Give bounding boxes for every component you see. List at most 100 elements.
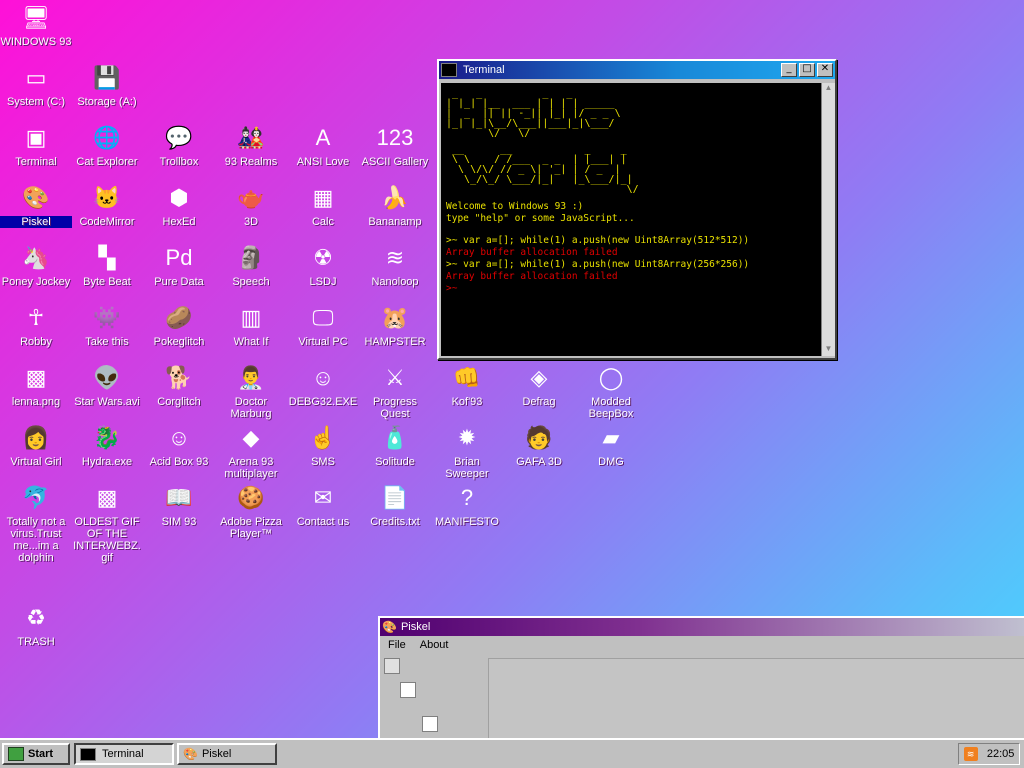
piskel-canvas-area[interactable]	[488, 658, 1024, 740]
desktop-icon-label: Solitude	[375, 456, 415, 468]
defrag-icon: ◈	[530, 365, 548, 390]
desktop-icon-kof-93[interactable]: 👊 Kof'93	[431, 362, 503, 408]
piskel-titlebar[interactable]: 🎨 Piskel	[380, 618, 1024, 636]
desktop-icon-lenna-png[interactable]: ▩ lenna.png	[0, 362, 72, 408]
desktop-icon-credits-txt[interactable]: 📄 Credits.txt	[359, 482, 431, 528]
desktop-icon-what-if[interactable]: ▥ What If	[215, 302, 287, 348]
desktop-icon-arena-93-multiplayer[interactable]: ◆ Arena 93 multiplayer	[215, 422, 287, 480]
desktop-icon-lsdj[interactable]: ☢ LSDJ	[287, 242, 359, 288]
menu-about[interactable]: About	[420, 639, 449, 651]
desktop-icon-solitude[interactable]: 🧴 Solitude	[359, 422, 431, 468]
trash-icon: ♻	[26, 605, 46, 630]
desktop-icon-3d[interactable]: 🫖 3D	[215, 182, 287, 228]
task-piskel[interactable]: 🎨 Piskel	[177, 743, 277, 765]
brian-sweeper-icon: ✹	[457, 425, 477, 450]
desktop-icon-label: lenna.png	[11, 396, 61, 408]
desktop-icon-totally-not-a-virus-trust-me-im-a-dolphin[interactable]: 🐬 Totally not a virus.Trust me...im a dol…	[0, 482, 72, 564]
desktop-icon-terminal[interactable]: ▣ Terminal	[0, 122, 72, 168]
what-if-icon: ▥	[240, 305, 262, 330]
desktop-icon-adobe-pizza-player[interactable]: 🍪 Adobe Pizza Player™	[215, 482, 287, 540]
desktop-icon-label: GAFA 3D	[516, 456, 562, 468]
prompt[interactable]: >~	[446, 283, 816, 295]
minimize-icon[interactable]: _	[781, 63, 797, 77]
desktop-icon-manifesto[interactable]: ? MANIFESTO	[431, 482, 503, 528]
ansi-love-icon: A	[315, 125, 331, 150]
desktop-icon-93-realms[interactable]: 🎎 93 Realms	[215, 122, 287, 168]
piskel-tool-3[interactable]	[422, 716, 438, 732]
menu-file[interactable]: File	[388, 639, 406, 651]
desktop-icon-hampster[interactable]: 🐹 HAMPSTER	[359, 302, 431, 348]
desktop-icon-trash[interactable]: ♻ TRASH	[0, 602, 72, 648]
terminal-output[interactable]: _ _ _ _ | |_| |__ ___ | | | | _____ | _ …	[441, 83, 821, 356]
desktop-icon-robby[interactable]: ☥ Robby	[0, 302, 72, 348]
desktop-icon-oldest-gif-of-the-interwebz-gif[interactable]: ▩ OLDEST GIF OF THE INTERWEBZ.gif	[71, 482, 143, 564]
desktop-icon-modded-beepbox[interactable]: ◯ Modded BeepBox	[575, 362, 647, 420]
totally-not-a-virus-trust-me-im-a-dolphin-icon: 🐬	[22, 485, 50, 510]
terminal-scrollbar[interactable]: ▲ ▼	[821, 83, 835, 356]
desktop-icon-doctor-marburg[interactable]: 👨‍⚕ Doctor Marburg	[215, 362, 287, 420]
rss-icon[interactable]: ≋	[963, 747, 978, 761]
desktop-icon-take-this[interactable]: 👾 Take this	[71, 302, 143, 348]
desktop-icon-windows-93[interactable]: 🖥 WINDOWS 93	[0, 2, 72, 48]
desktop-icon-label: ANSI Love	[296, 156, 350, 168]
desktop-icon-pokeglitch[interactable]: 🥔 Pokeglitch	[143, 302, 215, 348]
scroll-down-icon[interactable]: ▼	[822, 344, 835, 356]
desktop-icon-debg32-exe[interactable]: ☺ DEBG32.EXE	[287, 362, 359, 408]
desktop-icon-virtual-pc[interactable]: 🖵 Virtual PC	[287, 302, 359, 348]
close-icon[interactable]: ✕	[817, 63, 833, 77]
desktop-icon-defrag[interactable]: ◈ Defrag	[503, 362, 575, 408]
piskel-tool-2[interactable]	[400, 682, 416, 698]
desktop-icon-label: Progress Quest	[372, 396, 418, 420]
terminal-window[interactable]: Terminal _ □ ✕ _ _ _ _ | |_| |__ ___ | |…	[437, 59, 837, 360]
desktop-icon-label: MANIFESTO	[435, 516, 499, 528]
desktop-icon-cat-explorer[interactable]: 🌐 Cat Explorer	[71, 122, 143, 168]
desktop-icon-trollbox[interactable]: 💬 Trollbox	[143, 122, 215, 168]
desktop-icon-hydra-exe[interactable]: 🐉 Hydra.exe	[71, 422, 143, 468]
desktop-icon-acid-box-93[interactable]: ☺ Acid Box 93	[143, 422, 215, 468]
desktop-icon-pure-data[interactable]: Pd Pure Data	[143, 242, 215, 288]
desktop-icon-corglitch[interactable]: 🐕 Corglitch	[143, 362, 215, 408]
desktop-icon-label: Speech	[232, 276, 270, 288]
desktop-icon-star-wars-avi[interactable]: 👽 Star Wars.avi	[71, 362, 143, 408]
desktop-icon-hexed[interactable]: ⬢ HexEd	[143, 182, 215, 228]
desktop-icon-dmg[interactable]: ▰ DMG	[575, 422, 647, 468]
piskel-tool-1[interactable]	[384, 658, 400, 674]
desktop-icon-storage-a[interactable]: 💾 Storage (A:)	[71, 62, 143, 108]
desktop-icon-codemirror[interactable]: 🐱 CodeMirror	[71, 182, 143, 228]
task-terminal-label: Terminal	[102, 748, 144, 760]
desktop-icon-system-c[interactable]: ▭ System (C:)	[0, 62, 72, 108]
piskel-window[interactable]: 🎨 Piskel File About	[378, 616, 1024, 742]
desktop-icon-label: Contact us	[296, 516, 350, 528]
piskel-task-icon: 🎨	[183, 747, 198, 761]
desktop-icon-bananamp[interactable]: 🍌 Bananamp	[359, 182, 431, 228]
desktop-icon-brian-sweeper[interactable]: ✹ Brian Sweeper	[431, 422, 503, 480]
desktop-icon-calc[interactable]: ▦ Calc	[287, 182, 359, 228]
task-terminal[interactable]: Terminal	[74, 743, 174, 765]
desktop-icon-byte-beat[interactable]: ▚ Byte Beat	[71, 242, 143, 288]
piskel-menubar: File About	[380, 636, 1024, 654]
desktop-icon-sim-93[interactable]: 📖 SIM 93	[143, 482, 215, 528]
desktop-icon-contact-us[interactable]: ✉ Contact us	[287, 482, 359, 528]
desktop-icon-label: TRASH	[17, 636, 55, 648]
desktop-icon-virtual-girl[interactable]: 👩 Virtual Girl	[0, 422, 72, 468]
welcome-text: Welcome to Windows 93 :)	[446, 201, 584, 212]
desktop-icon-piskel[interactable]: 🎨 Piskel	[0, 182, 72, 228]
desktop-icon-label: DEBG32.EXE	[288, 396, 358, 408]
desktop-icon-speech[interactable]: 🗿 Speech	[215, 242, 287, 288]
desktop-icon-label: Nanoloop	[371, 276, 419, 288]
desktop-icon-label: WINDOWS 93	[0, 36, 72, 48]
desktop-icon-progress-quest[interactable]: ⚔ Progress Quest	[359, 362, 431, 420]
desktop-icon-ansi-love[interactable]: A ANSI Love	[287, 122, 359, 168]
desktop-icon-gafa-3d[interactable]: 🧑 GAFA 3D	[503, 422, 575, 468]
speech-icon: 🗿	[237, 245, 265, 270]
maximize-icon[interactable]: □	[799, 63, 815, 77]
desktop-icon-poney-jockey[interactable]: 🦄 Poney Jockey	[0, 242, 72, 288]
windows-93-icon: 🖥	[22, 5, 50, 30]
desktop-icon-sms[interactable]: ☝ SMS	[287, 422, 359, 468]
start-button[interactable]: Start	[2, 743, 70, 765]
terminal-titlebar[interactable]: Terminal _ □ ✕	[439, 61, 835, 79]
command-line-2: >~ var a=[]; while(1) a.push(new Uint8Ar…	[446, 259, 750, 270]
scroll-up-icon[interactable]: ▲	[822, 83, 835, 95]
desktop-icon-ascii-gallery[interactable]: 123 ASCII Gallery	[359, 122, 431, 168]
desktop-icon-nanoloop[interactable]: ≋ Nanoloop	[359, 242, 431, 288]
